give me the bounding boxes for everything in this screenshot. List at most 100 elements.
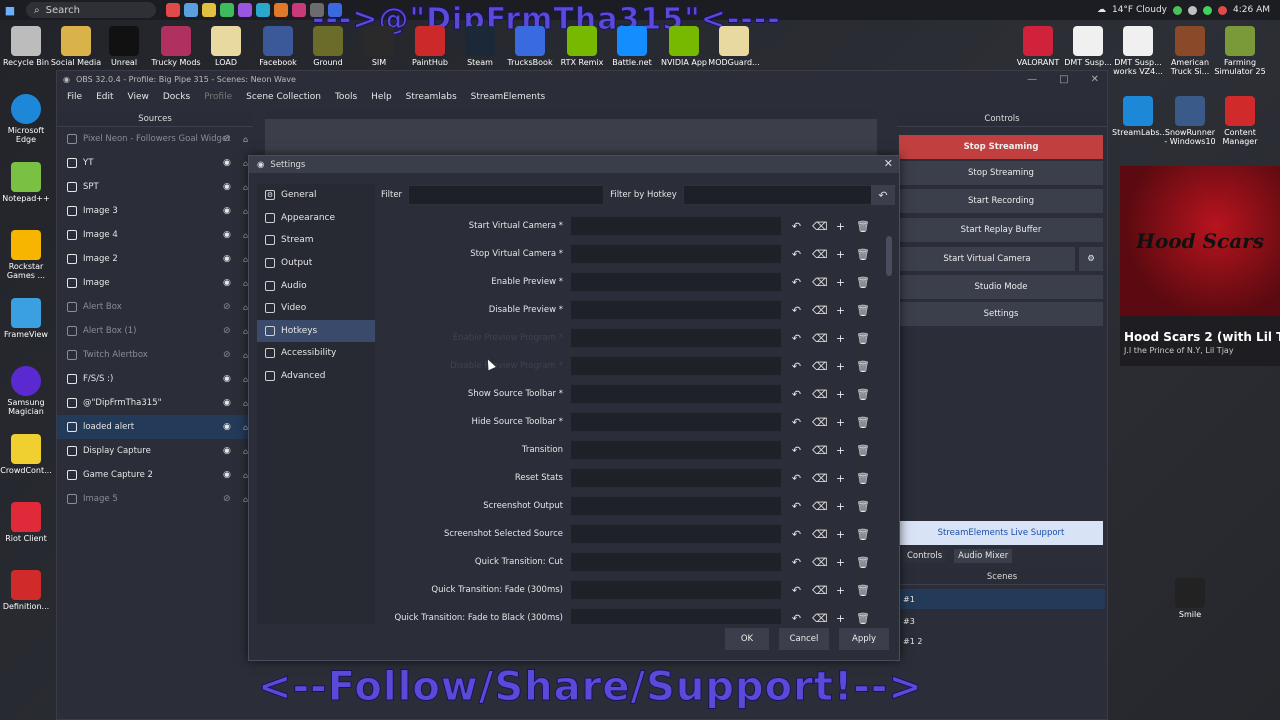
add-icon[interactable]: + [834, 444, 847, 457]
add-icon[interactable]: + [834, 248, 847, 261]
app-icon[interactable] [184, 3, 198, 17]
clear-icon[interactable]: ⌫ [812, 612, 828, 625]
menu-view[interactable]: View [128, 92, 149, 102]
trash-icon[interactable]: 🗑 [856, 472, 870, 485]
desktop-icon[interactable]: Definition... [0, 570, 52, 611]
desktop-icon[interactable]: Battle.net [606, 26, 658, 67]
eye-icon[interactable]: ◉ [223, 206, 231, 216]
windows-start-icon[interactable]: ■ [0, 0, 20, 20]
clear-icon[interactable]: ⌫ [812, 416, 828, 429]
hotkey-input[interactable] [570, 524, 782, 544]
scene-item[interactable]: #1 [899, 589, 1105, 609]
revert-icon[interactable]: ↶ [790, 416, 803, 429]
clear-icon[interactable]: ⌫ [812, 248, 828, 261]
add-icon[interactable]: + [834, 500, 847, 513]
source-item[interactable]: @"DipFrmTha315" ◉ ⌂ [57, 391, 253, 415]
cancel-button[interactable]: Cancel [779, 628, 829, 650]
add-icon[interactable]: + [834, 416, 847, 429]
desktop-icon[interactable]: Ground [302, 26, 354, 67]
start-recording-button[interactable]: Start Recording [899, 189, 1103, 213]
virtual-camera-settings-gear-icon[interactable]: ⚙ [1079, 247, 1103, 271]
nav-output[interactable]: Output [257, 252, 375, 275]
add-icon[interactable]: + [834, 472, 847, 485]
hotkey-input[interactable] [570, 300, 782, 320]
clear-icon[interactable]: ⌫ [812, 332, 828, 345]
eye-icon[interactable]: ◉ [223, 398, 231, 408]
desktop-icon[interactable]: Unreal [98, 26, 150, 67]
tab-audio-mixer[interactable]: Audio Mixer [954, 549, 1013, 563]
clear-icon[interactable]: ⌫ [812, 472, 828, 485]
source-item[interactable]: Image 2 ◉ ⌂ [57, 247, 253, 271]
start-virtual-camera-button[interactable]: Start Virtual Camera [899, 247, 1075, 271]
desktop-icon[interactable]: FrameView [0, 298, 52, 339]
desktop-icon[interactable]: SnowRunner - Windows10 [1164, 96, 1216, 146]
desktop-icon[interactable]: DMT Susp... [1062, 26, 1114, 67]
source-item[interactable]: SPT ◉ ⌂ [57, 175, 253, 199]
trash-icon[interactable]: 🗑 [856, 248, 870, 261]
trash-icon[interactable]: 🗑 [856, 612, 870, 625]
source-item[interactable]: loaded alert ◉ ⌂ [57, 415, 253, 439]
clear-icon[interactable]: ⌫ [812, 220, 828, 233]
nav-accessibility[interactable]: Accessibility [257, 342, 375, 365]
hotkey-input[interactable] [570, 468, 782, 488]
desktop-icon[interactable]: CrowdCont... [0, 434, 52, 475]
hotkey-input[interactable] [570, 216, 782, 236]
scene-item[interactable]: #1 2 [899, 631, 1105, 651]
desktop-icon[interactable]: Trucky Mods [150, 26, 202, 67]
source-item[interactable]: Image 4 ◉ ⌂ [57, 223, 253, 247]
app-icon[interactable] [220, 3, 234, 17]
desktop-icon[interactable]: Rockstar Games ... [0, 230, 52, 280]
filter-by-hotkey-input[interactable] [682, 185, 879, 205]
add-icon[interactable]: + [834, 584, 847, 597]
start-replay-buffer-button[interactable]: Start Replay Buffer [899, 218, 1103, 242]
desktop-icon[interactable]: VALORANT [1012, 26, 1064, 67]
desktop-icon[interactable]: Riot Client [0, 502, 52, 543]
menu-help[interactable]: Help [371, 92, 392, 102]
add-icon[interactable]: + [834, 556, 847, 569]
desktop-icon[interactable]: Content Manager [1214, 96, 1266, 146]
revert-icon[interactable]: ↶ [790, 388, 803, 401]
app-icon[interactable] [274, 3, 288, 17]
hotkey-input[interactable] [570, 384, 782, 404]
desktop-icon[interactable]: SIM [353, 26, 405, 67]
desktop-icon[interactable]: Facebook [252, 26, 304, 67]
nav-appearance[interactable]: Appearance [257, 207, 375, 230]
close-icon[interactable]: ✕ [884, 157, 893, 170]
now-playing-card[interactable]: Hood Scars Hood Scars 2 (with Lil Tjay J… [1120, 166, 1280, 366]
hotkey-input[interactable] [570, 440, 782, 460]
stop-streaming-button[interactable]: Stop Streaming [899, 135, 1103, 159]
source-item[interactable]: F/S/S :) ◉ ⌂ [57, 367, 253, 391]
desktop-icon[interactable]: RTX Remix [556, 26, 608, 67]
source-item[interactable]: YT ◉ ⌂ [57, 151, 253, 175]
eye-hidden-icon[interactable]: ⊘ [223, 326, 231, 336]
source-item[interactable]: Alert Box ⊘ ⌂ [57, 295, 253, 319]
hotkey-input[interactable] [570, 412, 782, 432]
hotkey-input[interactable] [570, 244, 782, 264]
revert-icon[interactable]: ↶ [790, 332, 803, 345]
menu-profile[interactable]: Profile [204, 92, 232, 102]
source-item[interactable]: Pixel Neon - Followers Goal Widget ⊘ ⌂ [57, 127, 253, 151]
clear-icon[interactable]: ⌫ [812, 360, 828, 373]
desktop-icon[interactable]: American Truck Si... [1164, 26, 1216, 76]
revert-icon[interactable]: ↶ [790, 584, 803, 597]
app-icon[interactable] [166, 3, 180, 17]
desktop-icon[interactable]: Steam [454, 26, 506, 67]
menu-tools[interactable]: Tools [335, 92, 357, 102]
source-item[interactable]: Image 5 ⊘ ⌂ [57, 487, 253, 511]
revert-icon[interactable]: ↶ [790, 444, 803, 457]
trash-icon[interactable]: 🗑 [856, 556, 870, 569]
nav-hotkeys[interactable]: Hotkeys [257, 319, 375, 343]
source-item[interactable]: Alert Box (1) ⊘ ⌂ [57, 319, 253, 343]
trash-icon[interactable]: 🗑 [856, 584, 870, 597]
hotkeys-scrollbar[interactable] [886, 214, 892, 624]
lock-icon[interactable]: ⌂ [243, 135, 248, 144]
desktop-icon[interactable]: TrucksBook [504, 26, 556, 67]
revert-icon[interactable]: ↶ [790, 612, 803, 625]
close-icon[interactable]: ✕ [1091, 74, 1099, 85]
clear-filter-undo-icon[interactable]: ↶ [871, 185, 895, 205]
eye-icon[interactable]: ◉ [223, 230, 231, 240]
desktop-icon[interactable]: NVIDIA App [658, 26, 710, 67]
desktop-icon[interactable]: MODGuard... [708, 26, 760, 67]
revert-icon[interactable]: ↶ [790, 472, 803, 485]
revert-icon[interactable]: ↶ [790, 220, 803, 233]
